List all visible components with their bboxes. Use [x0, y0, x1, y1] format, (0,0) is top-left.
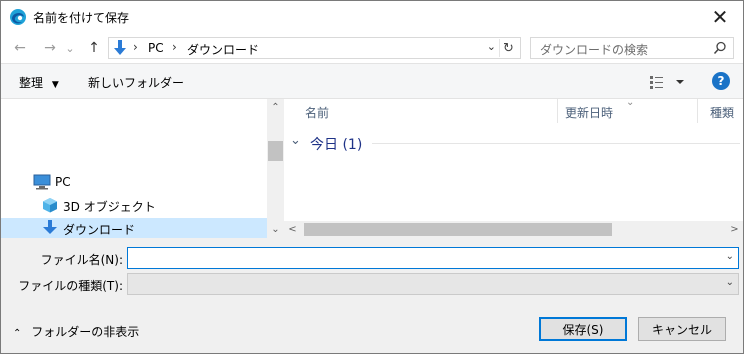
new-folder-button[interactable]: 新しいフォルダー [88, 74, 184, 91]
chevron-up-icon: ⌃ [271, 102, 280, 113]
back-button[interactable]: ← [9, 37, 31, 59]
group-divider [372, 143, 740, 144]
help-icon: ? [717, 74, 725, 88]
cancel-button-label: キャンセル [651, 322, 712, 337]
breadcrumb-separator-icon: › [172, 40, 177, 54]
save-button[interactable]: 保存(S) [539, 317, 627, 341]
computer-icon [33, 174, 51, 190]
chevron-down-icon[interactable]: ⌄ [726, 251, 734, 262]
search-box[interactable]: ダウンロードの検索 [530, 37, 734, 59]
view-options-icon[interactable] [649, 74, 689, 90]
search-placeholder: ダウンロードの検索 [540, 43, 649, 57]
chevron-up-icon: ⌃ [13, 328, 22, 339]
chevron-right-icon: > [730, 224, 739, 235]
chevron-down-icon: ⌄ [271, 224, 280, 235]
cancel-button[interactable]: キャンセル [638, 317, 726, 341]
forward-button[interactable]: → [39, 37, 61, 59]
breadcrumb-item-pc[interactable]: PC [148, 41, 164, 55]
navigation-pane-scrollbar[interactable]: ⌃ ⌄ [267, 99, 284, 238]
sort-indicator-icon: ⌄ [626, 97, 635, 108]
filetype-select[interactable]: ⌄ [127, 273, 739, 295]
chevron-left-icon: < [288, 224, 297, 235]
scroll-down-button[interactable]: ⌄ [267, 221, 284, 238]
file-list: 名前 更新日時 ⌄ 種類 ⌄ 今日 (1) [284, 97, 743, 221]
column-header-name[interactable]: 名前 [284, 99, 559, 123]
new-folder-label: 新しいフォルダー [88, 76, 185, 90]
help-button[interactable]: ? [712, 72, 730, 90]
group-header-today[interactable]: ⌄ 今日 (1) [290, 133, 740, 153]
hide-folders-toggle[interactable]: ⌃ フォルダーの非表示 [13, 323, 139, 340]
filename-row: ファイル名(N): ⌄ [1, 247, 743, 269]
scrollbar-thumb[interactable] [268, 141, 283, 161]
recent-locations-button[interactable]: ⌄ [63, 37, 77, 59]
title-bar: 名前を付けて保存 ✕ [1, 1, 743, 33]
save-button-label: 保存(S) [562, 322, 604, 337]
sidebar-item-label: PC [55, 175, 71, 189]
file-list-hscrollbar[interactable]: < > [284, 221, 743, 238]
chevron-down-icon: ⌄ [65, 41, 75, 55]
sidebar-item-label: 3D オブジェクト [63, 200, 156, 214]
refresh-button[interactable]: ↻ [499, 39, 517, 57]
organize-label: 整理 [19, 76, 44, 90]
save-as-dialog: 名前を付けて保存 ✕ ← → ⌄ ↑ › PC › ダウンロード ⌄ ↻ ダウン… [0, 0, 744, 354]
edge-browser-icon [10, 9, 26, 25]
back-arrow-icon: ← [14, 40, 26, 56]
up-arrow-icon: ↑ [88, 40, 100, 56]
column-header-type[interactable]: 種類 [698, 99, 743, 123]
filename-input[interactable] [130, 249, 710, 267]
filetype-row: ファイルの種類(T): ⌄ [1, 273, 743, 295]
download-folder-icon [114, 40, 126, 55]
filetype-label: ファイルの種類(T): [18, 279, 123, 293]
address-bar[interactable]: › PC › ダウンロード ⌄ ↻ [108, 37, 521, 59]
window-title: 名前を付けて保存 [33, 11, 130, 25]
sidebar-item-pc[interactable]: PC [1, 172, 267, 192]
refresh-icon: ↻ [503, 40, 514, 56]
scroll-up-button[interactable]: ⌃ [267, 99, 284, 116]
up-button[interactable]: ↑ [83, 37, 105, 59]
breadcrumb-item-downloads[interactable]: ダウンロード [187, 41, 259, 58]
sidebar-item-downloads[interactable]: ダウンロード [1, 218, 267, 238]
filename-label: ファイル名(N): [40, 253, 123, 267]
scroll-right-button[interactable]: > [726, 221, 743, 238]
navigation-bar: ← → ⌄ ↑ › PC › ダウンロード ⌄ ↻ ダウンロードの検索 [1, 33, 743, 63]
forward-arrow-icon: → [44, 40, 56, 56]
sidebar-item-label: ダウンロード [63, 223, 136, 237]
search-icon [713, 41, 726, 55]
3d-objects-icon [43, 198, 57, 213]
chevron-down-icon: ⌄ [290, 133, 301, 148]
hide-folders-label: フォルダーの非表示 [31, 325, 140, 339]
download-icon [43, 220, 57, 234]
caret-down-icon: ▼ [51, 80, 59, 90]
address-dropdown-icon[interactable]: ⌄ [487, 40, 496, 53]
chevron-down-icon[interactable]: ⌄ [726, 277, 734, 288]
scroll-left-button[interactable]: < [284, 221, 301, 238]
navigation-pane: PC 3D オブジェクト ダウンロード [1, 99, 267, 238]
organize-menu-button[interactable]: 整理 ▼ [19, 74, 59, 91]
command-bar: 整理 ▼ 新しいフォルダー ? [1, 63, 743, 99]
breadcrumb-separator-icon: › [133, 40, 138, 54]
scrollbar-thumb[interactable] [304, 223, 612, 236]
group-label: 今日 (1) [310, 137, 363, 153]
sidebar-item-3d-objects[interactable]: 3D オブジェクト [1, 195, 267, 215]
filename-combobox[interactable]: ⌄ [127, 247, 739, 269]
close-icon: ✕ [711, 5, 729, 29]
close-button[interactable]: ✕ [697, 1, 743, 33]
